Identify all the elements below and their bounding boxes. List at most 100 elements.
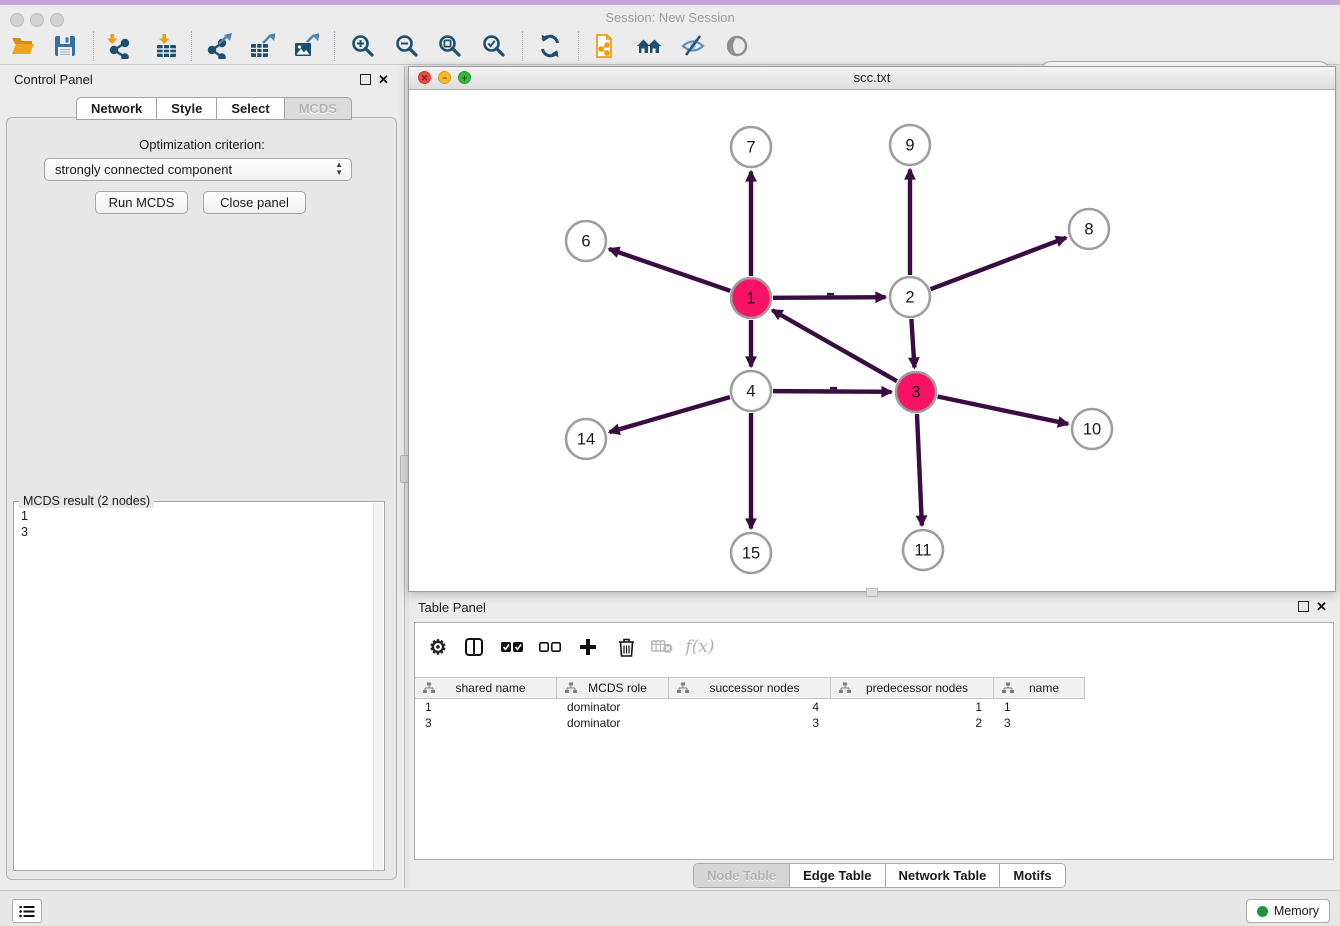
cell[interactable]: dominator: [557, 715, 669, 731]
control-panel-window-buttons: ✕: [360, 74, 389, 85]
control-panel-title: Control Panel: [14, 72, 93, 87]
app-titlebar[interactable]: Session: New Session: [0, 5, 1340, 29]
float-panel-icon[interactable]: [360, 74, 371, 85]
refresh-icon[interactable]: [535, 31, 565, 61]
column-view-icon[interactable]: [459, 633, 489, 661]
add-column-icon[interactable]: [573, 633, 603, 661]
app-title: Session: New Session: [0, 10, 1340, 25]
result-scrollbar[interactable]: [373, 503, 383, 869]
select-all-icon[interactable]: [497, 633, 527, 661]
task-history-button[interactable]: [12, 899, 42, 923]
edge-1-6[interactable]: [609, 249, 730, 291]
svg-text:2: 2: [905, 289, 914, 307]
edge-1-2[interactable]: [773, 297, 886, 298]
table-row[interactable]: 1dominator411: [415, 699, 1085, 715]
svg-text:4: 4: [746, 383, 755, 401]
export-table-icon[interactable]: [247, 31, 277, 61]
delete-table-icon[interactable]: [647, 633, 677, 661]
delete-column-icon[interactable]: [611, 633, 641, 661]
import-table-icon[interactable]: [151, 31, 181, 61]
graph-node-9[interactable]: 9: [890, 125, 930, 165]
svg-text:3: 3: [911, 384, 920, 402]
close-panel-icon[interactable]: ✕: [1316, 601, 1327, 612]
graph-node-4[interactable]: 4: [731, 371, 771, 411]
tab-motifs[interactable]: Motifs: [1000, 864, 1064, 887]
cell[interactable]: 3: [994, 715, 1085, 731]
graph-node-10[interactable]: 10: [1072, 409, 1112, 449]
mcds-result-text[interactable]: 1 3: [15, 506, 379, 868]
zoom-selected-icon[interactable]: [479, 31, 509, 61]
graph-node-14[interactable]: 14: [566, 419, 606, 459]
import-network-icon[interactable]: [104, 31, 134, 61]
cell[interactable]: 1: [831, 699, 994, 715]
cell[interactable]: dominator: [557, 699, 669, 715]
gear-icon[interactable]: ⚙: [423, 633, 453, 661]
column-header-shared-name[interactable]: shared name: [415, 678, 557, 698]
export-network-icon[interactable]: [204, 31, 234, 61]
tab-network[interactable]: Network: [76, 97, 156, 120]
zoom-in-icon[interactable]: [348, 31, 378, 61]
edge-2-8[interactable]: [931, 238, 1067, 289]
tab-node-table[interactable]: Node Table: [694, 864, 790, 887]
edge-3-10[interactable]: [938, 397, 1068, 424]
cell[interactable]: 2: [831, 715, 994, 731]
first-neighbors-icon[interactable]: [634, 31, 664, 61]
graph-node-3[interactable]: 3: [896, 372, 936, 412]
cell[interactable]: 1: [415, 699, 557, 715]
graph-node-8[interactable]: 8: [1069, 209, 1109, 249]
column-header-predecessor-nodes[interactable]: predecessor nodes: [831, 678, 994, 698]
table-panel-title: Table Panel: [418, 600, 486, 615]
show-all-icon[interactable]: [722, 31, 752, 61]
export-image-icon[interactable]: [291, 31, 321, 61]
zoom-out-icon[interactable]: [392, 31, 422, 61]
svg-text:6: 6: [581, 233, 590, 251]
network-view-window[interactable]: ✕ − + scc.txt 7 9 6 8 1 2 4 3 14 10 15 11: [408, 66, 1336, 592]
tab-edge-table[interactable]: Edge Table: [790, 864, 885, 887]
float-panel-icon[interactable]: [1298, 601, 1309, 612]
edge-4-3[interactable]: [773, 391, 892, 392]
deselect-all-icon[interactable]: [535, 633, 565, 661]
tab-network-table[interactable]: Network Table: [886, 864, 1001, 887]
run-mcds-button[interactable]: Run MCDS: [95, 191, 188, 214]
table-panel-window-buttons: ✕: [1298, 601, 1327, 612]
column-header-name[interactable]: name: [994, 678, 1085, 698]
optimization-criterion-dropdown[interactable]: strongly connected component ▲▼: [44, 158, 352, 181]
function-builder-icon[interactable]: f(x): [685, 633, 715, 661]
graph-node-2[interactable]: 2: [890, 277, 930, 317]
edge-3-11[interactable]: [917, 414, 922, 526]
svg-text:14: 14: [577, 431, 595, 449]
close-panel-icon[interactable]: ✕: [378, 74, 389, 85]
column-header-successor-nodes[interactable]: successor nodes: [669, 678, 831, 698]
column-header-MCDS-role[interactable]: MCDS role: [557, 678, 669, 698]
memory-label: Memory: [1274, 904, 1319, 918]
graph-node-7[interactable]: 7: [731, 127, 771, 167]
close-panel-button[interactable]: Close panel: [203, 191, 306, 214]
cell[interactable]: 3: [669, 715, 831, 731]
graph-node-6[interactable]: 6: [566, 221, 606, 261]
main-toolbar: [0, 28, 1340, 65]
network-window-titlebar[interactable]: ✕ − + scc.txt: [409, 67, 1335, 90]
network-graph-canvas[interactable]: 7 9 6 8 1 2 4 3 14 10 15 11: [409, 89, 1335, 591]
tab-select[interactable]: Select: [216, 97, 283, 120]
edge-3-1[interactable]: [772, 310, 897, 381]
table-row[interactable]: 3dominator323: [415, 715, 1085, 731]
new-network-from-selection-icon[interactable]: [590, 31, 620, 61]
graph-node-15[interactable]: 15: [731, 533, 771, 573]
zoom-fit-icon[interactable]: [435, 31, 465, 61]
status-bar: Memory: [0, 890, 1340, 926]
toolbar-separator: [93, 31, 94, 61]
tab-mcds[interactable]: MCDS: [284, 97, 352, 120]
cell[interactable]: 1: [994, 699, 1085, 715]
open-session-icon[interactable]: [8, 31, 38, 61]
hide-selected-icon[interactable]: [678, 31, 708, 61]
memory-button[interactable]: Memory: [1246, 899, 1330, 923]
graph-node-1[interactable]: 1: [731, 278, 771, 318]
cell[interactable]: 3: [415, 715, 557, 731]
horizontal-splitter-grip[interactable]: [866, 588, 878, 597]
save-session-icon[interactable]: [50, 31, 80, 61]
cell[interactable]: 4: [669, 699, 831, 715]
edge-2-3[interactable]: [911, 319, 914, 368]
graph-node-11[interactable]: 11: [903, 530, 943, 570]
tab-style[interactable]: Style: [156, 97, 216, 120]
edge-4-14[interactable]: [610, 397, 730, 432]
